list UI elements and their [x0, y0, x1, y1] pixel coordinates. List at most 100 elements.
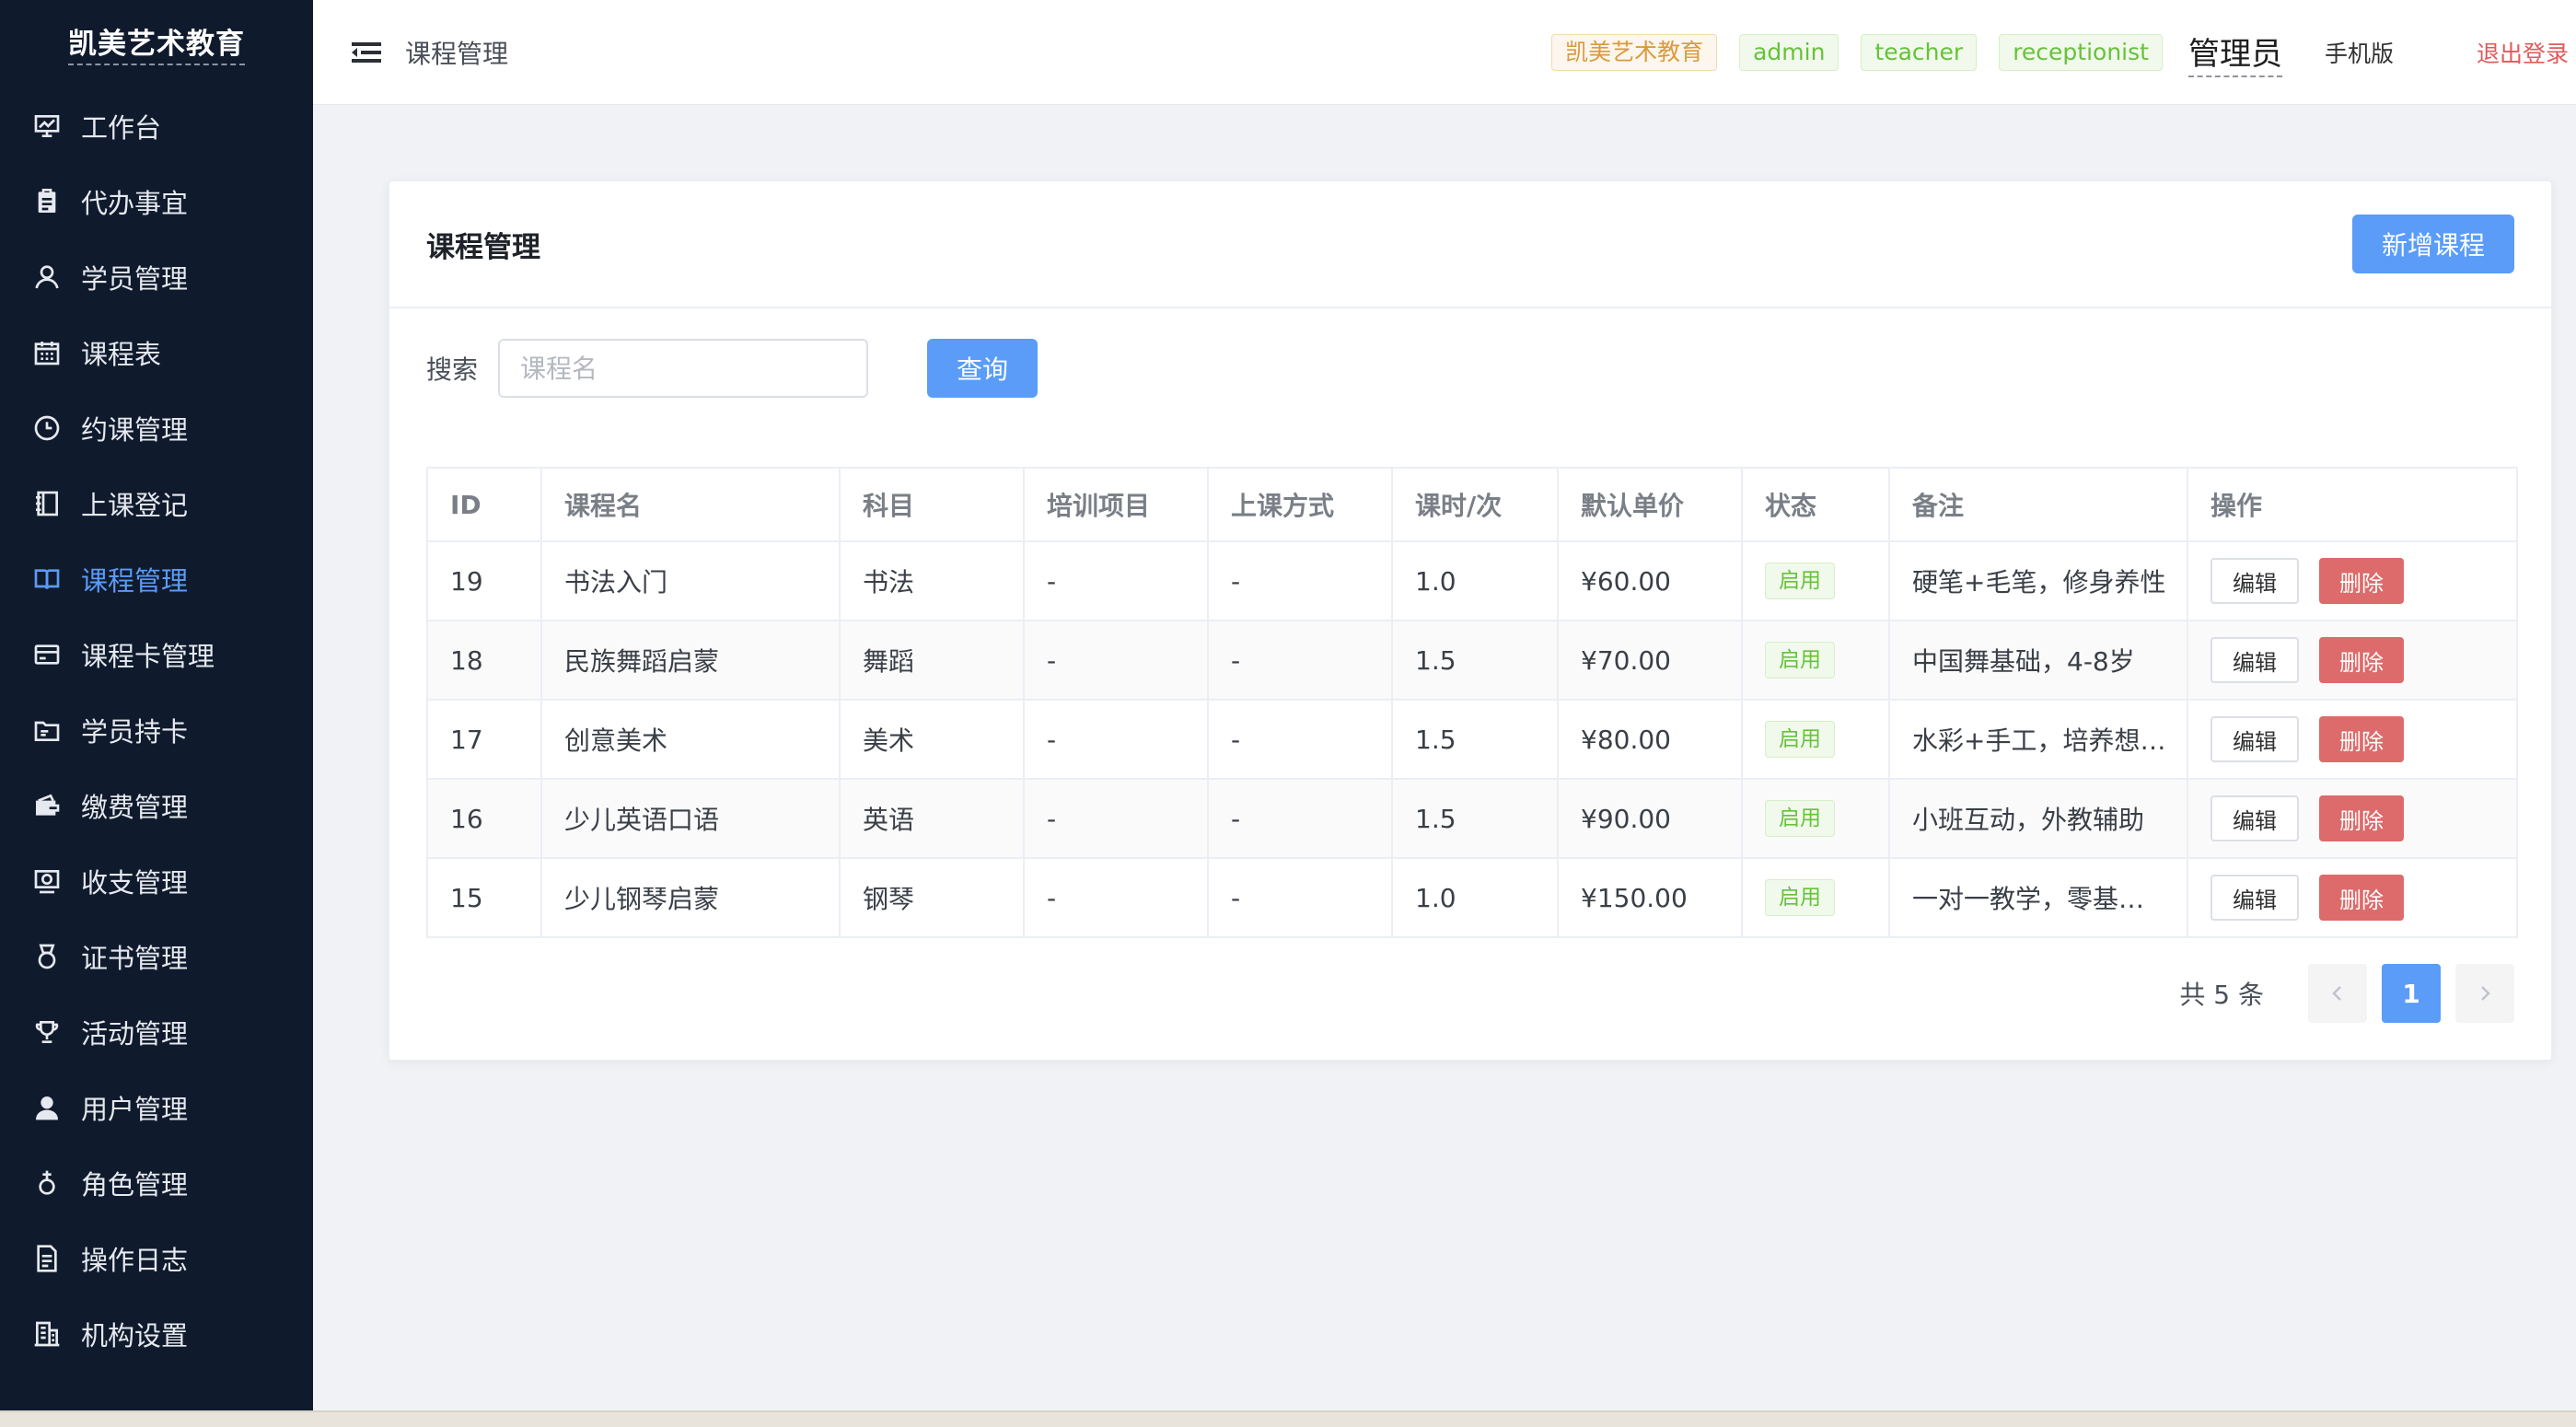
delete-button[interactable]: 删除 [2319, 875, 2404, 921]
add-course-button[interactable]: 新增课程 [2351, 215, 2514, 273]
column-header-id[interactable]: ID [426, 467, 542, 542]
table-row: 15 少儿钢琴启蒙 钢琴 - - 1.0 ¥150.00 启用 一对一教学，零基… [426, 857, 2518, 938]
column-header-name[interactable]: 课程名 [540, 467, 841, 542]
user-filled-icon [31, 1092, 63, 1123]
status-badge: 启用 [1765, 879, 1835, 916]
course-table: ID 课程名 科目 培训项目 上课方式 课时/次 默认单价 状态 备注 操作 1… [426, 467, 2518, 938]
column-header-hours[interactable]: 课时/次 [1391, 467, 1559, 542]
edit-button[interactable]: 编辑 [2210, 795, 2299, 841]
cell-id: 19 [426, 540, 542, 621]
sidebar-item-label: 课程卡管理 [81, 641, 215, 672]
sidebar-item-logs[interactable]: 操作日志 [0, 1221, 313, 1296]
page-number-current[interactable]: 1 [2382, 964, 2441, 1023]
cell-name: 少儿钢琴启蒙 [540, 857, 841, 938]
status-badge: 启用 [1765, 563, 1835, 599]
mobile-version-link[interactable]: 手机版 [2325, 36, 2394, 69]
brand-name: 凯美艺术教育 [68, 20, 245, 65]
search-bar: 搜索 查询 [389, 308, 2551, 423]
cell-project: - [1023, 857, 1209, 938]
delete-button[interactable]: 删除 [2319, 637, 2404, 683]
column-header-project[interactable]: 培训项目 [1023, 467, 1209, 542]
cell-hours: 1.0 [1391, 540, 1559, 621]
folder-card-icon [31, 714, 63, 746]
delete-button[interactable]: 删除 [2319, 558, 2404, 604]
sidebar-item-payments[interactable]: 缴费管理 [0, 768, 313, 843]
logout-link[interactable]: 退出登录 [2477, 36, 2569, 69]
sidebar-item-dashboard[interactable]: 工作台 [0, 88, 313, 164]
cell-project: - [1023, 620, 1209, 701]
query-button[interactable]: 查询 [927, 339, 1039, 398]
delete-button[interactable]: 删除 [2319, 716, 2404, 762]
window-bottom-edge [0, 1410, 2576, 1427]
card-header: 课程管理 新增课程 [389, 181, 2551, 308]
edit-button[interactable]: 编辑 [2210, 875, 2299, 921]
cell-actions: 编辑 删除 [2187, 699, 2518, 780]
edit-button[interactable]: 编辑 [2210, 716, 2299, 762]
cell-mode: - [1207, 699, 1393, 780]
column-header-mode[interactable]: 上课方式 [1207, 467, 1393, 542]
delete-button[interactable]: 删除 [2319, 795, 2404, 841]
course-name-search-input[interactable] [498, 339, 869, 398]
sidebar-item-student-cards[interactable]: 学员持卡 [0, 692, 313, 768]
sidebar-item-schedule[interactable]: 课程表 [0, 315, 313, 390]
prev-page-button[interactable] [2308, 964, 2367, 1023]
cell-price: ¥150.00 [1557, 857, 1743, 938]
cell-hours: 1.5 [1391, 699, 1559, 780]
cell-actions: 编辑 删除 [2187, 857, 2518, 938]
column-header-remark[interactable]: 备注 [1888, 467, 2188, 542]
cell-project: - [1023, 778, 1209, 859]
cell-status: 启用 [1741, 620, 1890, 701]
chevron-left-icon [2332, 986, 2341, 1001]
cell-id: 17 [426, 699, 542, 780]
cell-actions: 编辑 删除 [2187, 778, 2518, 859]
sidebar-item-booking[interactable]: 约课管理 [0, 390, 313, 466]
sidebar-item-activities[interactable]: 活动管理 [0, 994, 313, 1070]
table-row: 16 少儿英语口语 英语 - - 1.5 ¥90.00 启用 小班互动，外教辅助… [426, 778, 2518, 859]
credit-card-icon [31, 639, 63, 670]
sidebar-item-students[interactable]: 学员管理 [0, 239, 313, 315]
brand-logo[interactable]: 凯美艺术教育 [0, 0, 313, 85]
edit-button[interactable]: 编辑 [2210, 637, 2299, 683]
cell-remark: 一对一教学，零基… [1888, 857, 2188, 938]
cell-price: ¥80.00 [1557, 699, 1743, 780]
menu-fold-icon[interactable] [352, 37, 383, 68]
sidebar-item-course-cards[interactable]: 课程卡管理 [0, 617, 313, 692]
cell-remark: 硬笔+毛笔，修身养性 [1888, 540, 2188, 621]
cell-project: - [1023, 540, 1209, 621]
column-header-status[interactable]: 状态 [1741, 467, 1890, 542]
app-layout: 凯美艺术教育 工作台 代办事宜 学员管理 课程表 约课管理 上课登记 课程管理 … [0, 0, 2576, 1427]
cell-hours: 1.5 [1391, 620, 1559, 701]
sidebar-item-attendance[interactable]: 上课登记 [0, 466, 313, 541]
book-open-icon [31, 563, 63, 595]
sidebar-item-users[interactable]: 用户管理 [0, 1070, 313, 1145]
sidebar-item-finance[interactable]: 收支管理 [0, 843, 313, 919]
chart-board-icon [31, 110, 63, 142]
sidebar-item-todo[interactable]: 代办事宜 [0, 164, 313, 239]
sidebar-item-label: 角色管理 [81, 1169, 189, 1201]
sidebar-item-roles[interactable]: 角色管理 [0, 1145, 313, 1221]
next-page-button[interactable] [2455, 964, 2514, 1023]
user-role-dropdown[interactable]: 管理员 [2187, 29, 2282, 77]
female-icon [31, 1167, 63, 1199]
cell-name: 民族舞蹈启蒙 [540, 620, 841, 701]
sidebar-item-certificates[interactable]: 证书管理 [0, 919, 313, 994]
trophy-icon [31, 1016, 63, 1048]
top-header: 课程管理 凯美艺术教育 admin teacher receptionist 管… [313, 0, 2576, 105]
cell-status: 启用 [1741, 778, 1890, 859]
search-label: 搜索 [426, 354, 479, 385]
sidebar-item-organization[interactable]: 机构设置 [0, 1296, 313, 1372]
column-header-subject[interactable]: 科目 [839, 467, 1025, 542]
org-tag: 凯美艺术教育 [1551, 34, 1718, 71]
edit-button[interactable]: 编辑 [2210, 558, 2299, 604]
sidebar-item-courses[interactable]: 课程管理 [0, 541, 313, 617]
column-header-price[interactable]: 默认单价 [1557, 467, 1743, 542]
office-building-icon [31, 1318, 63, 1350]
breadcrumb: 课程管理 [405, 38, 509, 69]
table-row: 19 书法入门 书法 - - 1.0 ¥60.00 启用 硬笔+毛笔，修身养性 … [426, 540, 2518, 621]
sidebar-item-label: 缴费管理 [81, 792, 189, 823]
cell-status: 启用 [1741, 857, 1890, 938]
sidebar-item-label: 机构设置 [81, 1320, 189, 1352]
cell-mode: - [1207, 857, 1393, 938]
sidebar-item-label: 用户管理 [81, 1094, 189, 1125]
cell-id: 18 [426, 620, 542, 701]
